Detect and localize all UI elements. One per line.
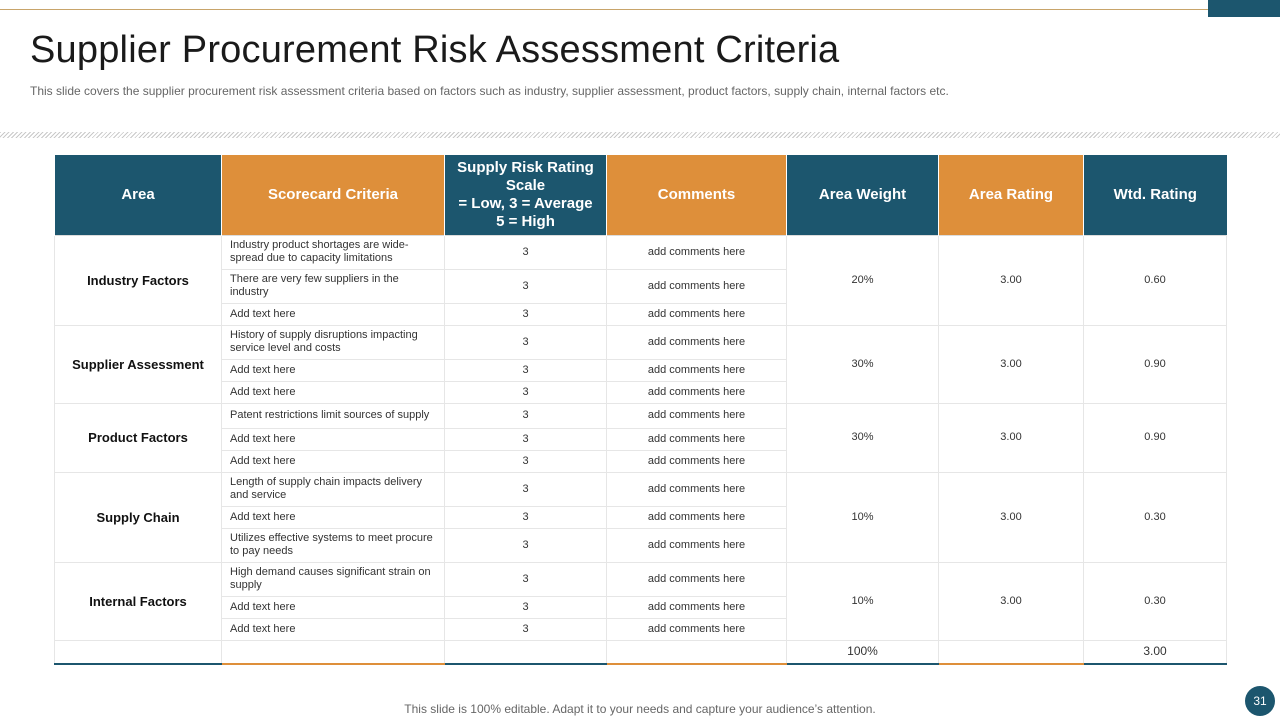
comment-cell: add comments here — [606, 358, 787, 382]
criteria-cell: Patent restrictions limit sources of sup… — [221, 402, 445, 429]
total-weighted-rating-cell: 3.00 — [1083, 639, 1227, 665]
table-body: Industry Factors Industry product shortag… — [54, 234, 1227, 665]
criteria-cell: Length of supply chain impacts delivery … — [221, 471, 445, 507]
table-row: Industry Factors Industry product shortag… — [54, 234, 1227, 326]
column-header-comments: Comments — [606, 155, 787, 235]
totals-row: 100% 3.00 — [54, 639, 1227, 665]
criteria-cell: Utilizes effective systems to meet procu… — [221, 527, 445, 563]
footer-note: This slide is 100% editable. Adapt it to… — [404, 702, 876, 716]
column-header-wtd-rating: Wtd. Rating — [1083, 155, 1227, 235]
table-row: Product Factors Patent restrictions limit… — [54, 402, 1227, 473]
area-name-cell: Supplier Assessment — [54, 324, 222, 404]
rating-score-cell: 3 — [444, 449, 607, 473]
criteria-cell: Industry product shortages are wide-spre… — [221, 234, 445, 270]
criteria-cell: Add text here — [221, 380, 445, 404]
criteria-cell: Add text here — [221, 595, 445, 619]
table-row: Supply Chain Length of supply chain impac… — [54, 471, 1227, 563]
hatched-divider — [0, 132, 1280, 138]
table-header-row: Area Scorecard Criteria Supply Risk Rating… — [54, 155, 1227, 235]
comment-cell: add comments here — [606, 527, 787, 563]
comment-cell: add comments here — [606, 402, 787, 429]
column-header-supply-risk-rating-scale: Supply Risk Rating Scale = Low, 3 = Aver… — [444, 155, 607, 235]
rating-score-cell: 3 — [444, 234, 607, 270]
area-rating-cell: 3.00 — [938, 561, 1084, 641]
table-row: Internal Factors High demand causes signi… — [54, 561, 1227, 641]
comment-cell: add comments here — [606, 505, 787, 529]
area-rating-cell: 3.00 — [938, 324, 1084, 404]
weighted-rating-cell: 0.90 — [1083, 402, 1227, 473]
comment-cell: add comments here — [606, 595, 787, 619]
area-weight-cell: 30% — [786, 402, 939, 473]
area-rating-cell: 3.00 — [938, 234, 1084, 326]
area-weight-cell: 30% — [786, 324, 939, 404]
comment-cell: add comments here — [606, 471, 787, 507]
area-weight-cell: 20% — [786, 234, 939, 326]
page-subtitle: This slide covers the supplier procureme… — [30, 84, 949, 98]
criteria-cell: Add text here — [221, 427, 445, 451]
totals-empty-cell — [938, 639, 1084, 665]
comment-cell: add comments here — [606, 234, 787, 270]
criteria-cell: Add text here — [221, 358, 445, 382]
totals-empty-cell — [606, 639, 787, 665]
total-area-weight-cell: 100% — [786, 639, 939, 665]
criteria-cell: History of supply disruptions impacting … — [221, 324, 445, 360]
comment-cell: add comments here — [606, 302, 787, 326]
area-name-cell: Industry Factors — [54, 234, 222, 326]
comment-cell: add comments here — [606, 617, 787, 641]
criteria-cell: There are very few suppliers in the indu… — [221, 268, 445, 304]
rating-score-cell: 3 — [444, 358, 607, 382]
area-name-cell: Supply Chain — [54, 471, 222, 563]
column-header-scorecard-criteria: Scorecard Criteria — [221, 155, 445, 235]
weighted-rating-cell: 0.60 — [1083, 234, 1227, 326]
rating-score-cell: 3 — [444, 402, 607, 429]
rating-score-cell: 3 — [444, 427, 607, 451]
rating-score-cell: 3 — [444, 268, 607, 304]
comment-cell: add comments here — [606, 268, 787, 304]
page-title: Supplier Procurement Risk Assessment Cri… — [30, 29, 840, 71]
comment-cell: add comments here — [606, 380, 787, 404]
criteria-cell: Add text here — [221, 449, 445, 473]
totals-empty-cell — [221, 639, 445, 665]
criteria-cell: High demand causes significant strain on… — [221, 561, 445, 597]
risk-assessment-table: Area Scorecard Criteria Supply Risk Rating… — [54, 155, 1227, 665]
rating-score-cell: 3 — [444, 617, 607, 641]
weighted-rating-cell: 0.90 — [1083, 324, 1227, 404]
area-name-cell: Product Factors — [54, 402, 222, 473]
area-name-cell: Internal Factors — [54, 561, 222, 641]
top-accent-bar — [1208, 0, 1280, 17]
rating-score-cell: 3 — [444, 595, 607, 619]
rating-score-cell: 3 — [444, 324, 607, 360]
column-header-area-weight: Area Weight — [786, 155, 939, 235]
area-rating-cell: 3.00 — [938, 471, 1084, 563]
totals-empty-cell — [54, 639, 222, 665]
rating-score-cell: 3 — [444, 505, 607, 529]
area-weight-cell: 10% — [786, 561, 939, 641]
comment-cell: add comments here — [606, 561, 787, 597]
weighted-rating-cell: 0.30 — [1083, 471, 1227, 563]
comment-cell: add comments here — [606, 324, 787, 360]
table-row: Supplier Assessment History of supply dis… — [54, 324, 1227, 404]
area-weight-cell: 10% — [786, 471, 939, 563]
rating-score-cell: 3 — [444, 471, 607, 507]
weighted-rating-cell: 0.30 — [1083, 561, 1227, 641]
criteria-cell: Add text here — [221, 617, 445, 641]
comment-cell: add comments here — [606, 427, 787, 451]
column-header-area: Area — [54, 155, 222, 235]
rating-score-cell: 3 — [444, 561, 607, 597]
totals-empty-cell — [444, 639, 607, 665]
criteria-cell: Add text here — [221, 302, 445, 326]
criteria-cell: Add text here — [221, 505, 445, 529]
page-number-badge: 31 — [1245, 686, 1275, 716]
top-accent-line — [0, 9, 1208, 10]
column-header-area-rating: Area Rating — [938, 155, 1084, 235]
rating-score-cell: 3 — [444, 302, 607, 326]
comment-cell: add comments here — [606, 449, 787, 473]
area-rating-cell: 3.00 — [938, 402, 1084, 473]
rating-score-cell: 3 — [444, 527, 607, 563]
rating-score-cell: 3 — [444, 380, 607, 404]
